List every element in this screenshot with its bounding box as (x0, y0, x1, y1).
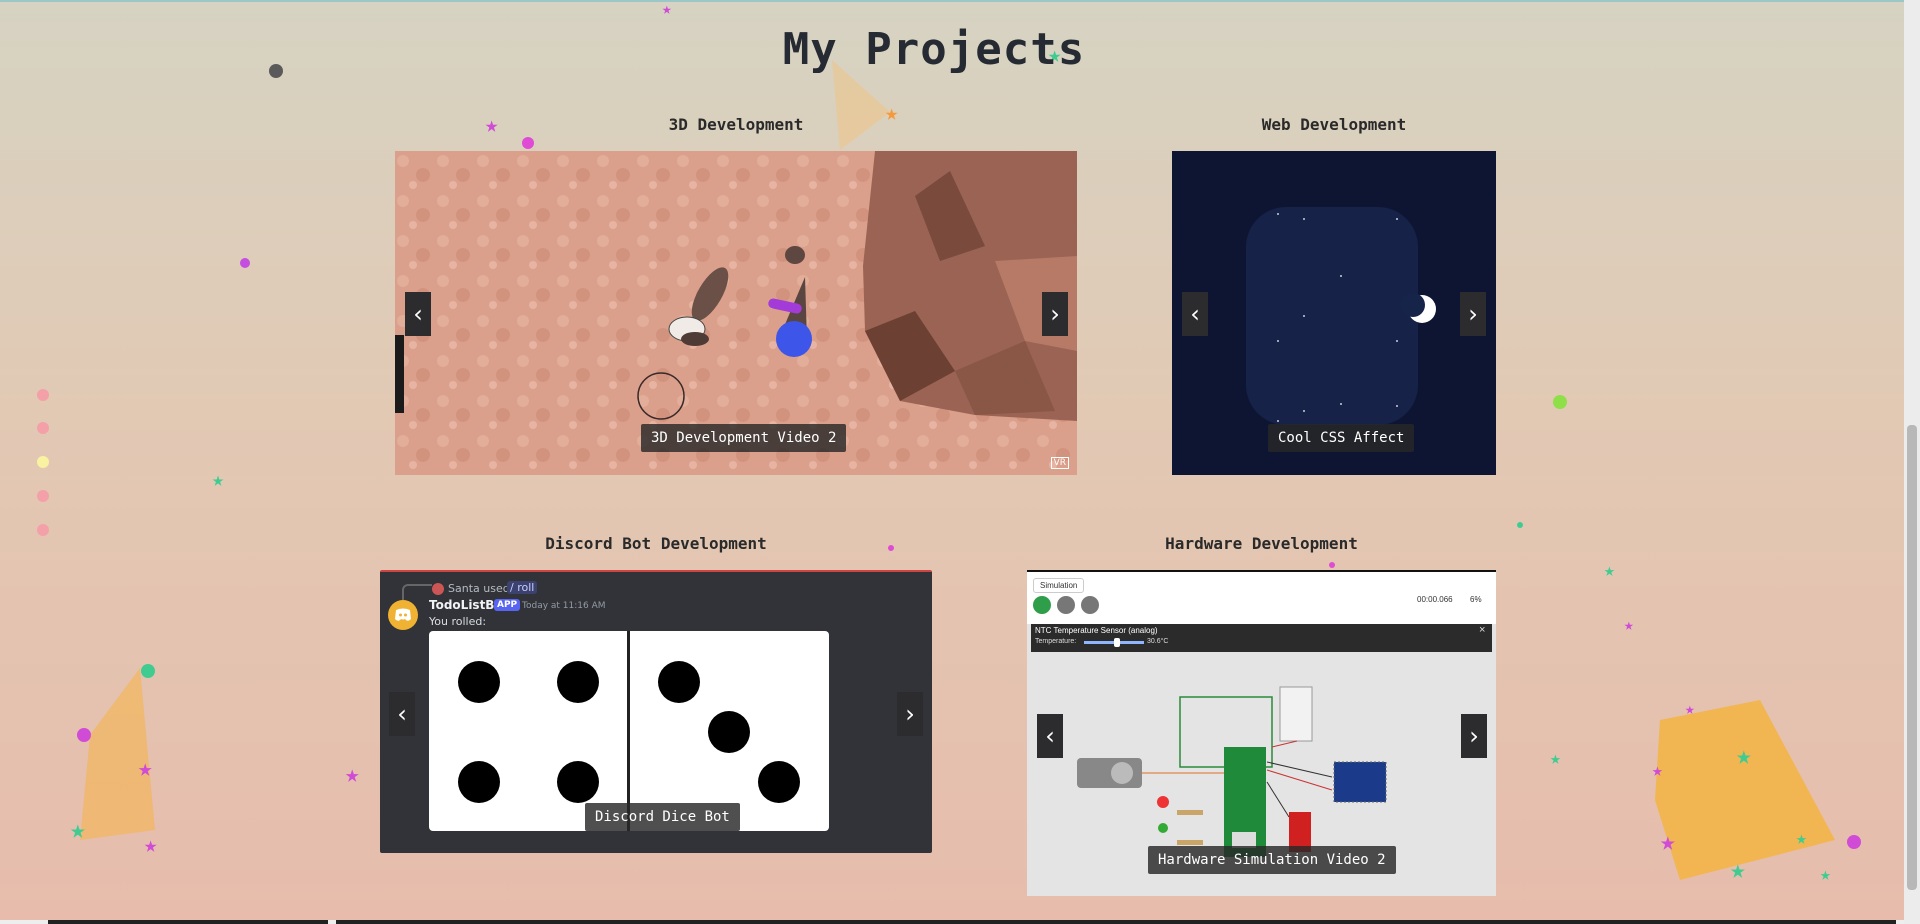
next-button-web[interactable]: › (1460, 292, 1486, 336)
particle-polygon (1655, 700, 1835, 880)
bottom-bar (0, 920, 1904, 924)
project-card-3d[interactable]: VR ‹ › 3D Development Video 2 (395, 151, 1077, 475)
bot-avatar (388, 600, 418, 630)
caption-hardware: Hardware Simulation Video 2 (1148, 846, 1396, 874)
particle-star: ★ (1796, 828, 1807, 849)
particle-star: ★ (1624, 615, 1634, 634)
dice-image (429, 631, 829, 831)
message-timestamp: Today at 11:16 AM (522, 601, 606, 611)
particle-dot (37, 422, 49, 434)
reply-line (402, 584, 432, 600)
page-title: My Projects (782, 24, 1086, 75)
scene-object (776, 321, 812, 357)
particle-dot (37, 524, 49, 536)
discord-logo-icon (395, 608, 411, 621)
particle-star: ★ (1652, 760, 1663, 781)
dice-divider (627, 631, 630, 831)
project-card-discord[interactable]: Santa used / roll TodoListBot APP Today … (380, 570, 932, 853)
particle-star: ★ (1730, 855, 1746, 885)
particle-dot (37, 456, 49, 468)
dht-sensor (1279, 686, 1313, 742)
particle-dot (1517, 522, 1523, 528)
particle-dot (522, 137, 534, 149)
section-title-hardware: Hardware Development (1165, 534, 1358, 553)
particle-dot (1553, 395, 1567, 409)
project-card-web[interactable]: ‹ › Cool CSS Affect (1172, 151, 1496, 475)
next-button-3d[interactable]: › (1042, 292, 1068, 336)
prev-button-hardware[interactable]: ‹ (1037, 714, 1063, 758)
particle-dot (37, 389, 49, 401)
sensor-title: NTC Temperature Sensor (analog) (1035, 626, 1158, 635)
particle-dot (1329, 562, 1335, 568)
sim-pause-button[interactable] (1081, 596, 1099, 614)
sim-timer: 00:00.066 (1417, 595, 1453, 604)
particle-star: ★ (70, 815, 86, 845)
scene-object (785, 246, 805, 264)
reply-user: Santa used (448, 582, 510, 595)
particle-dot (77, 728, 91, 742)
caption-3d: 3D Development Video 2 (641, 424, 847, 452)
particle-dot (37, 490, 49, 502)
die-pip (708, 711, 750, 753)
die-pip (758, 761, 800, 803)
temp-slider-thumb[interactable] (1114, 638, 1120, 647)
particle-star: ★ (345, 760, 359, 788)
die-pip (557, 661, 599, 703)
caption-web: Cool CSS Affect (1268, 424, 1415, 452)
die-pip (658, 661, 700, 703)
next-button-hardware[interactable]: › (1461, 714, 1487, 758)
bot-tag: APP (494, 599, 521, 611)
project-card-hardware[interactable]: Simulation 00:00.066 6% NTC Temperature … (1027, 570, 1496, 896)
caption-discord: Discord Dice Bot (585, 803, 740, 831)
vr-badge[interactable]: VR (1050, 457, 1069, 469)
scene-object (681, 332, 709, 346)
sim-speed: 6% (1470, 595, 1482, 604)
section-title-discord: Discord Bot Development (545, 534, 767, 553)
sim-stop-button[interactable] (1057, 596, 1075, 614)
particle-dot (240, 258, 250, 268)
scrollbar-thumb[interactable] (1907, 425, 1917, 890)
particle-star: ★ (1660, 827, 1676, 857)
particle-star: ★ (1550, 748, 1561, 769)
temp-label: Temperature: (1035, 638, 1077, 645)
particle-star: ★ (144, 833, 157, 858)
editor-toolbar (395, 335, 404, 413)
prev-button-discord[interactable]: ‹ (389, 692, 415, 736)
section-title-web: Web Development (1261, 115, 1407, 134)
reply-command[interactable]: / roll (507, 581, 538, 594)
sim-tab[interactable]: Simulation (1033, 578, 1085, 593)
particle-dot (1847, 835, 1861, 849)
die-pip (458, 661, 500, 703)
temp-value: 30.6°C (1147, 638, 1169, 645)
message-text: You rolled: (429, 615, 487, 628)
red-led (1157, 796, 1169, 808)
particle-star: ★ (1685, 699, 1695, 718)
sensor-module (1333, 761, 1387, 803)
next-button-discord[interactable]: › (897, 692, 923, 736)
sensor-close-icon[interactable]: × (1479, 624, 1485, 636)
particle-star: ★ (1604, 560, 1615, 581)
particle-star: ★ (138, 754, 152, 782)
die-pip (557, 761, 599, 803)
particle-dot (141, 664, 155, 678)
particle-star: ★ (1736, 741, 1752, 771)
die-pip (458, 761, 500, 803)
particle-star: ★ (212, 467, 224, 491)
section-title-3d: 3D Development (668, 115, 804, 134)
green-led (1158, 823, 1168, 833)
particle-star: ★ (662, 0, 672, 18)
sim-restart-button[interactable] (1033, 596, 1051, 614)
particle-star: ★ (1820, 864, 1831, 885)
prev-button-3d[interactable]: ‹ (405, 292, 431, 336)
prev-button-web[interactable]: ‹ (1182, 292, 1208, 336)
reply-avatar (432, 583, 444, 595)
